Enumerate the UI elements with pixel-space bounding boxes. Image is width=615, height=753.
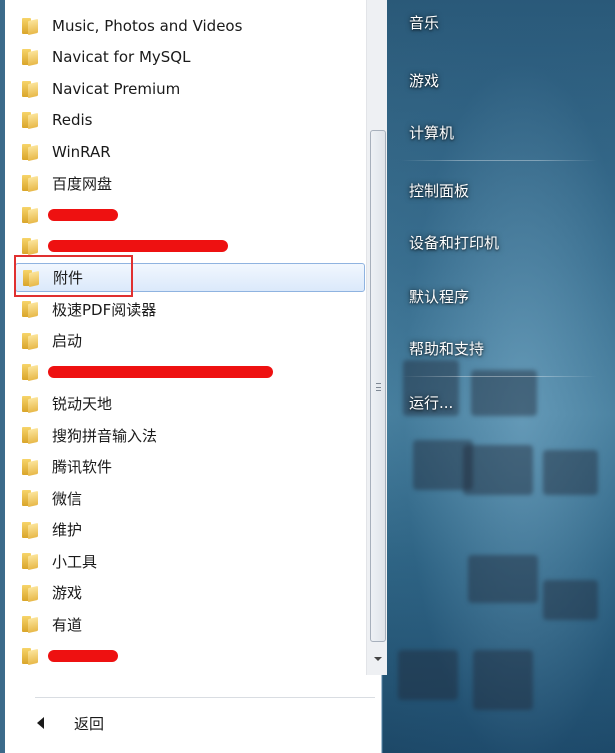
folder-icon <box>22 332 42 350</box>
program-folder-item[interactable]: 游戏 <box>15 578 365 607</box>
folder-icon <box>22 615 42 633</box>
program-folder-label: 有道 <box>52 615 83 634</box>
program-folder-item[interactable]: 小工具 <box>15 547 365 576</box>
right-menu-item[interactable]: 默认程序 <box>409 286 469 307</box>
program-folder-label: Music, Photos and Videos <box>52 16 243 35</box>
folder-icon <box>22 143 42 161</box>
program-folder-item[interactable] <box>15 200 365 229</box>
program-folder-item[interactable]: 锐动天地 <box>15 389 365 418</box>
program-folder-label: 游戏 <box>52 584 83 602</box>
program-folder-label: 维护 <box>52 521 83 539</box>
program-folder-label: 腾讯软件 <box>52 458 113 476</box>
program-folder-item[interactable]: WinRAR <box>15 137 365 166</box>
right-menu-separator <box>401 376 597 377</box>
program-folder-item[interactable] <box>15 641 365 670</box>
program-folder-label: 搜狗拼音输入法 <box>52 426 158 445</box>
folder-icon <box>22 48 42 66</box>
right-menu-item[interactable]: 音乐 <box>409 12 439 33</box>
right-menu-separator <box>401 160 597 161</box>
scrollbar-thumb[interactable] <box>370 130 386 642</box>
back-arrow-icon <box>37 717 44 729</box>
right-menu-item[interactable]: 计算机 <box>409 122 454 143</box>
folder-icon <box>22 111 42 129</box>
program-folder-label: 百度网盘 <box>52 174 113 193</box>
folder-icon <box>22 426 42 444</box>
program-folder-item[interactable]: Music, Photos and Videos <box>15 11 365 40</box>
back-button[interactable]: 返回 <box>33 708 233 738</box>
program-folder-item[interactable]: Navicat Premium <box>15 74 365 103</box>
folder-icon <box>22 80 42 98</box>
bottom-divider <box>35 697 375 698</box>
redacted-label <box>48 649 118 662</box>
folder-icon <box>22 237 42 255</box>
program-folder-item[interactable]: 极速PDF阅读器 <box>15 295 365 324</box>
all-programs-pane: Music, Photos and Videos Navicat for MySQ… <box>5 0 387 753</box>
program-folder-item[interactable]: Navicat for MySQL <box>15 43 365 72</box>
program-folder-label: 附件 <box>53 269 84 287</box>
program-folder-label: 极速PDF阅读器 <box>52 300 157 319</box>
folder-icon <box>22 300 42 318</box>
folder-icon <box>22 552 42 570</box>
redacted-label <box>48 366 273 378</box>
folder-icon <box>22 363 42 381</box>
program-folder-item[interactable]: 启动 <box>15 326 365 355</box>
program-folder-item[interactable]: 搜狗拼音输入法 <box>15 421 365 450</box>
program-folder-label: Navicat for MySQL <box>52 48 191 66</box>
scroll-down-button[interactable] <box>370 650 386 668</box>
program-folder-item[interactable]: 维护 <box>15 515 365 544</box>
program-folder-item[interactable]: 附件 <box>15 263 365 292</box>
right-menu-item[interactable]: 控制面板 <box>409 180 469 201</box>
scrollbar-grip-icon <box>376 383 381 391</box>
redacted-label <box>48 240 228 252</box>
folder-icon <box>22 206 42 224</box>
right-menu-item[interactable]: 游戏 <box>409 70 439 91</box>
folder-icon <box>22 521 42 539</box>
program-folder-item[interactable]: 百度网盘 <box>15 169 365 198</box>
program-folder-label: Navicat Premium <box>52 79 181 98</box>
chevron-down-icon <box>374 657 382 661</box>
program-folder-item[interactable]: 微信 <box>15 484 365 513</box>
right-menu-item[interactable]: 帮助和支持 <box>409 338 484 359</box>
program-folder-item[interactable]: 腾讯软件 <box>15 452 365 481</box>
program-folder-item[interactable]: Redis <box>15 106 365 135</box>
right-menu-item[interactable]: 设备和打印机 <box>409 232 499 253</box>
program-folder-item[interactable]: 有道 <box>15 610 365 639</box>
program-folder-label: 锐动天地 <box>52 395 113 413</box>
program-folder-item[interactable] <box>15 358 365 387</box>
program-folder-label: 小工具 <box>52 552 98 571</box>
program-list-scrollbar[interactable] <box>366 0 387 675</box>
program-folder-label: 启动 <box>52 332 83 350</box>
folder-icon <box>23 269 43 287</box>
folder-icon <box>22 17 42 35</box>
right-menu-item[interactable]: 运行... <box>409 392 453 413</box>
program-folder-item[interactable] <box>15 232 365 261</box>
folder-icon <box>22 584 42 602</box>
folder-icon <box>22 174 42 192</box>
folder-icon <box>22 647 42 665</box>
program-folder-label: Redis <box>52 111 93 129</box>
program-folder-label: 微信 <box>52 489 83 508</box>
start-menu-right-pane: 音乐游戏计算机控制面板设备和打印机 默认程序帮助和支持运行... <box>383 0 615 753</box>
folder-icon <box>22 458 42 476</box>
redacted-label <box>48 208 118 221</box>
folder-icon <box>22 489 42 507</box>
folder-icon <box>22 395 42 413</box>
back-label: 返回 <box>74 714 105 733</box>
program-folder-label: WinRAR <box>52 142 111 161</box>
